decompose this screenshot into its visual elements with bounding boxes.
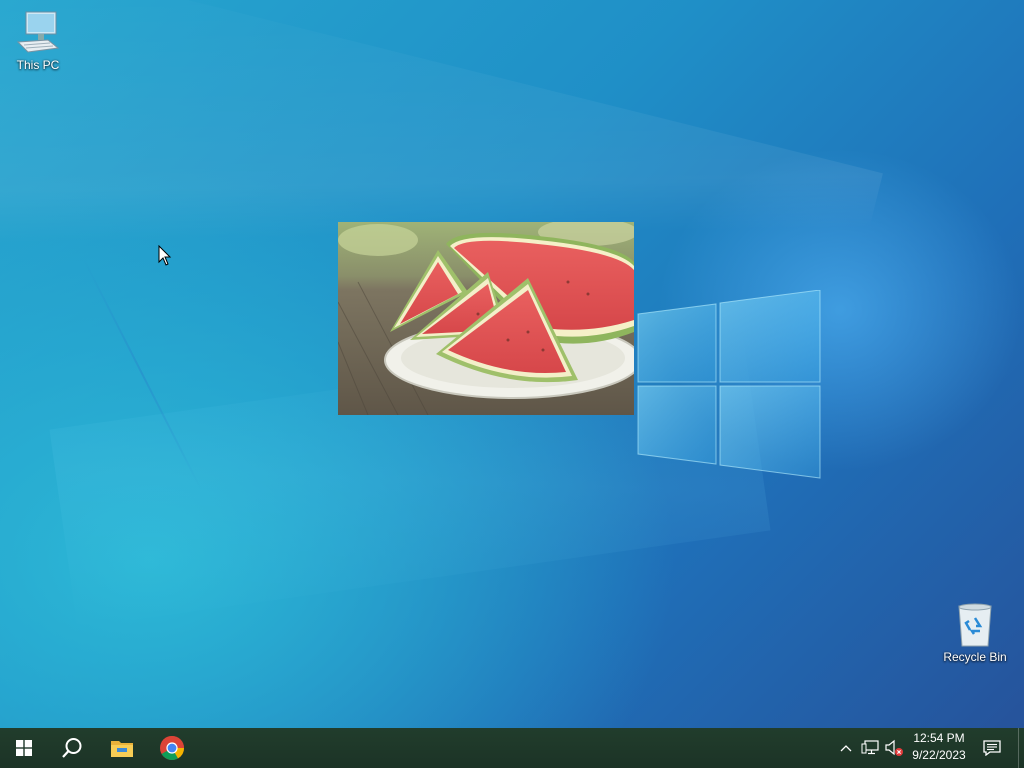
wallpaper-streak	[82, 257, 202, 490]
volume-button[interactable]	[884, 738, 904, 758]
taskbar: 12:54 PM 9/22/2023	[0, 728, 1024, 768]
watermelon-slices-photo[interactable]	[338, 222, 634, 415]
system-clock[interactable]: 12:54 PM 9/22/2023	[906, 730, 972, 766]
network-icon	[861, 740, 879, 755]
desktop-icon-label: This PC	[16, 58, 60, 72]
show-hidden-icons-button[interactable]	[836, 738, 856, 758]
network-button[interactable]	[860, 738, 880, 758]
clock-date: 9/22/2023	[912, 748, 966, 762]
desktop-icon-this-pc[interactable]: This PC	[0, 10, 76, 72]
file-explorer-icon	[111, 741, 133, 757]
search-button[interactable]	[48, 728, 96, 768]
show-desktop-button[interactable]	[1018, 728, 1024, 768]
mouse-cursor-icon	[158, 245, 172, 266]
chevron-up-icon	[840, 745, 852, 752]
chrome-icon	[160, 736, 184, 761]
windows-logo-wallpaper	[637, 290, 821, 479]
desktop-icon-label: Recycle Bin	[943, 650, 1007, 664]
recycle-bin-icon	[951, 602, 999, 647]
desktop-icon-recycle-bin[interactable]: Recycle Bin	[937, 602, 1013, 664]
file-explorer-button[interactable]	[98, 728, 146, 768]
action-center-icon	[983, 740, 1001, 756]
computer-icon	[14, 10, 62, 54]
desktop[interactable]: This PC Recycle Bin	[0, 0, 1024, 728]
volume-muted-icon	[885, 739, 903, 756]
chrome-button[interactable]	[148, 728, 196, 768]
windows-start-icon	[16, 740, 32, 756]
clock-time: 12:54 PM	[913, 731, 965, 745]
search-icon	[62, 738, 82, 758]
start-button[interactable]	[0, 728, 48, 768]
action-center-button[interactable]	[976, 728, 1008, 768]
